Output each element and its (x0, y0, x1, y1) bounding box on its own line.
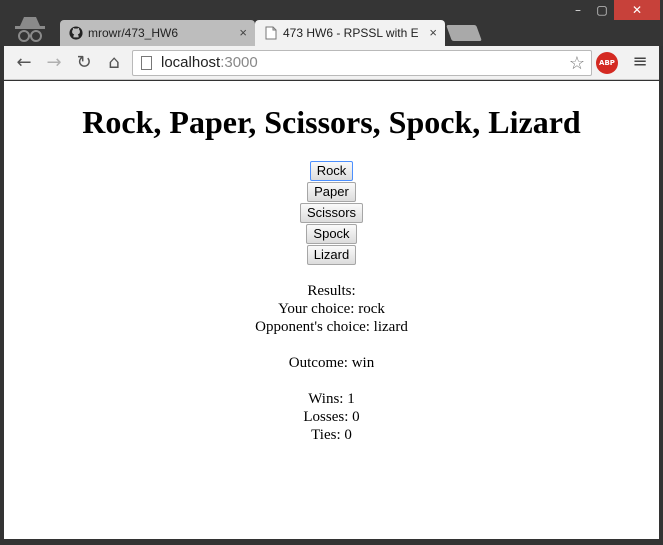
tab-title: mrowr/473_HW6 (88, 26, 179, 40)
incognito-icon (15, 17, 45, 42)
home-icon[interactable]: ⌂ (102, 51, 126, 75)
page-icon (141, 56, 152, 70)
tab-title: 473 HW6 - RPSSL with Exp (283, 26, 418, 40)
browser-window: mrowr/473_HW6 × 473 HW6 - RPSSL with Exp… (0, 0, 663, 545)
rock-button[interactable]: Rock (309, 161, 354, 181)
page-icon (265, 26, 277, 40)
choice-buttons: Rock Paper Scissors Spock Lizard (4, 161, 659, 265)
lizard-button[interactable]: Lizard (306, 245, 357, 265)
minimize-button[interactable]: – (565, 0, 591, 20)
wins-count: Wins: 1 (308, 391, 355, 407)
spock-button[interactable]: Spock (306, 224, 357, 244)
new-tab-button[interactable] (446, 25, 482, 41)
paper-button[interactable]: Paper (307, 182, 356, 202)
losses-count: Losses: 0 (303, 409, 360, 425)
scissors-button[interactable]: Scissors (299, 203, 364, 223)
url-host: localhost (161, 54, 221, 71)
bookmark-star-icon[interactable]: ☆ (569, 51, 585, 75)
forward-arrow-icon[interactable]: → (42, 51, 66, 75)
tab-github[interactable]: mrowr/473_HW6 × (60, 20, 255, 46)
opponent-choice: Opponent's choice: lizard (255, 319, 408, 335)
github-icon (69, 26, 83, 40)
ties-count: Ties: 0 (311, 427, 352, 443)
adblock-icon[interactable]: ABP (596, 52, 618, 74)
address-bar[interactable]: localhost:3000 ☆ (132, 50, 592, 76)
tab-rpssl[interactable]: 473 HW6 - RPSSL with Exp × (255, 20, 445, 46)
page-title: Rock, Paper, Scissors, Spock, Lizard (82, 104, 581, 140)
maximize-button[interactable]: ▢ (591, 0, 613, 20)
tab-strip: mrowr/473_HW6 × 473 HW6 - RPSSL with Exp… (0, 0, 663, 46)
close-window-button[interactable]: ✕ (614, 0, 660, 20)
page-viewport: Rock, Paper, Scissors, Spock, Lizard Roc… (4, 81, 659, 539)
outcome: Outcome: win (288, 355, 375, 371)
browser-toolbar: ← → ↻ ⌂ localhost:3000 ☆ ABP ≡ (4, 46, 659, 80)
results-heading: Results: (307, 283, 356, 299)
results-panel: Results: Your choice: rock Opponent's ch… (4, 282, 659, 444)
tab-close-icon[interactable]: × (429, 20, 437, 46)
page-body: Rock, Paper, Scissors, Spock, Lizard Roc… (4, 102, 659, 444)
url-port: :3000 (220, 54, 258, 71)
back-arrow-icon[interactable]: ← (12, 51, 36, 75)
url-text: localhost:3000 (161, 51, 258, 75)
your-choice: Your choice: rock (278, 301, 385, 317)
tab-close-icon[interactable]: × (239, 20, 247, 46)
hamburger-menu-icon[interactable]: ≡ (628, 50, 652, 74)
reload-icon[interactable]: ↻ (72, 51, 96, 75)
